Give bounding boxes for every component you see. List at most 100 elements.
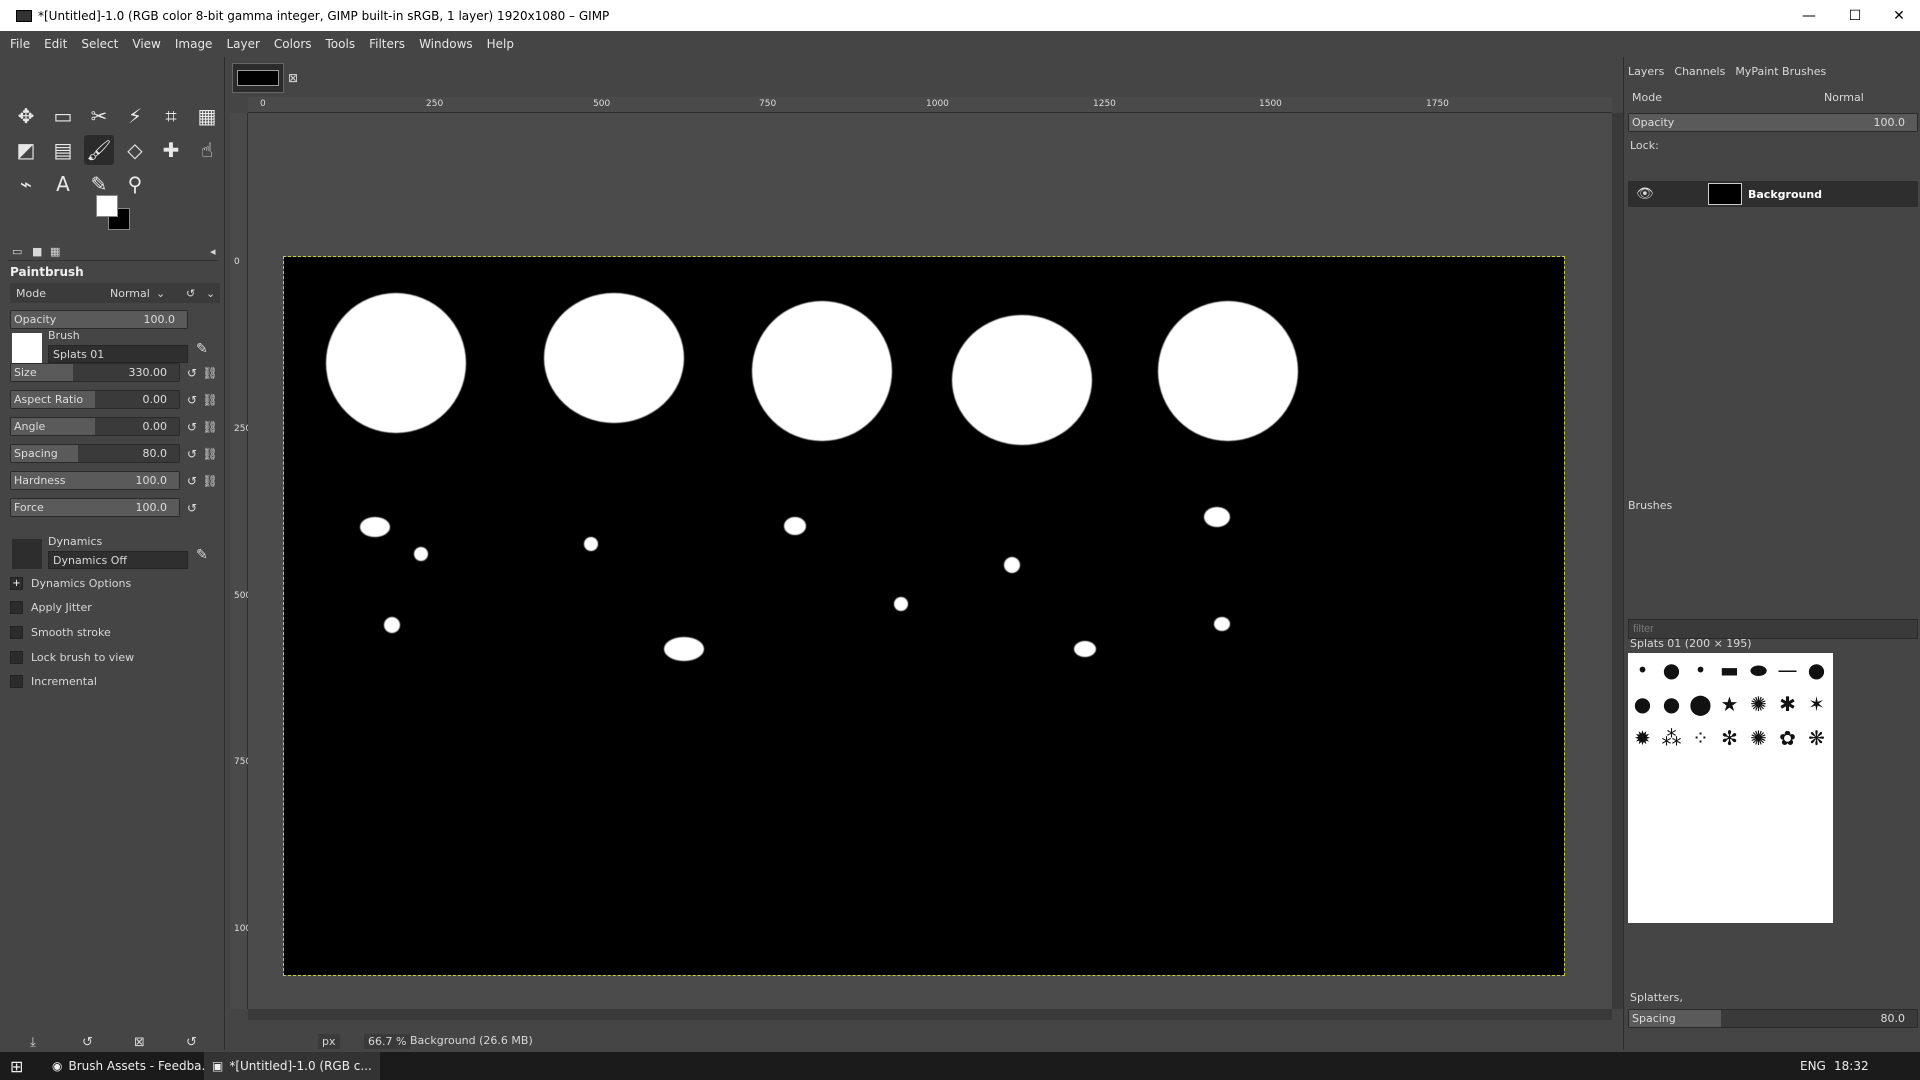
image-tab[interactable] <box>232 63 284 93</box>
brush-selector[interactable]: Brush Splats 01 ✎ <box>10 329 220 365</box>
free-select-icon[interactable]: ✂ <box>84 101 114 131</box>
menu-edit[interactable]: Edit <box>44 37 67 51</box>
brush-item[interactable]: ● <box>1657 687 1686 721</box>
brush-item[interactable]: ▬ <box>1715 653 1744 687</box>
menu-view[interactable]: View <box>132 37 160 51</box>
dynamics-options-expander[interactable]: + Dynamics Options <box>10 577 131 590</box>
layer-item[interactable]: 👁 Background <box>1628 181 1918 207</box>
layer-opacity-slider[interactable]: Opacity 100.0 <box>1628 113 1918 132</box>
dynamics-selector[interactable]: Dynamics Dynamics Off ✎ <box>10 535 220 571</box>
menu-tools[interactable]: Tools <box>326 37 356 51</box>
menu-select[interactable]: Select <box>81 37 118 51</box>
reset-aspect-icon[interactable]: ↺ <box>184 393 200 409</box>
link-hardness-icon[interactable]: ⛓ <box>202 474 218 490</box>
edit-dynamics-icon[interactable]: ✎ <box>196 547 208 563</box>
brush-grid[interactable]: • ● • ▬ ⬬ — ● ● ● ⬤ ★ ✺ ✱ ✶ ✹ ⁂ ⁘ ✻ ✺ ✿ … <box>1628 653 1833 923</box>
menu-colors[interactable]: Colors <box>274 37 312 51</box>
gradient-icon[interactable]: ▤ <box>48 135 78 165</box>
brush-filter-input[interactable] <box>1628 619 1918 639</box>
reset-size-icon[interactable]: ↺ <box>184 366 200 382</box>
unified-transform-icon[interactable]: ▦ <box>192 101 222 131</box>
menu-filters[interactable]: Filters <box>369 37 405 51</box>
aspect-ratio-slider[interactable]: Aspect Ratio 0.00 <box>10 390 180 409</box>
warp-transform-icon[interactable]: ◩ <box>11 135 41 165</box>
brush-name-field[interactable]: Splats 01 <box>48 345 188 363</box>
unit-select[interactable]: px <box>318 1034 340 1049</box>
dynamics-thumbnail[interactable] <box>12 539 42 569</box>
layer-mode-value[interactable]: Normal <box>1824 91 1864 104</box>
menu-windows[interactable]: Windows <box>419 37 473 51</box>
brush-item[interactable]: ⁂ <box>1657 721 1686 755</box>
device-status-tab-icon[interactable]: ■ <box>32 245 42 258</box>
horizontal-ruler[interactable]: 0 250 500 750 1000 1250 1500 1750 <box>248 97 1612 113</box>
brush-item[interactable]: ✿ <box>1773 721 1802 755</box>
eye-icon[interactable]: 👁 <box>1636 186 1654 202</box>
brush-item[interactable]: ● <box>1628 687 1657 721</box>
close-button[interactable]: ✕ <box>1876 0 1920 31</box>
brush-item[interactable]: ● <box>1802 653 1831 687</box>
reset-hardness-icon[interactable]: ↺ <box>184 474 200 490</box>
close-image-icon[interactable]: ⊠ <box>288 71 298 85</box>
link-aspect-icon[interactable]: ⛓ <box>202 393 218 409</box>
mode-value[interactable]: Normal <box>110 287 150 300</box>
language-indicator[interactable]: ENG <box>1800 1059 1826 1073</box>
chevron-down-icon[interactable]: ⌄ <box>206 287 215 300</box>
tab-layers[interactable]: Layers <box>1628 65 1664 78</box>
fuzzy-select-icon[interactable]: ⚡ <box>120 101 150 131</box>
link-angle-icon[interactable]: ⛓ <box>202 420 218 436</box>
dynamics-name-field[interactable]: Dynamics Off <box>48 551 188 569</box>
brush-item[interactable]: ✹ <box>1628 721 1657 755</box>
apply-jitter-checkbox[interactable]: Apply Jitter <box>10 601 92 614</box>
reset-options-icon[interactable]: ↺ <box>186 1035 197 1050</box>
angle-slider[interactable]: Angle 0.00 <box>10 417 180 436</box>
brush-item[interactable]: • <box>1686 653 1715 687</box>
menu-file[interactable]: File <box>10 37 30 51</box>
brush-item[interactable]: ✶ <box>1802 687 1831 721</box>
expander-plus-icon[interactable]: + <box>10 577 23 590</box>
incremental-checkbox[interactable]: Incremental <box>10 675 97 688</box>
size-slider[interactable]: Size 330.00 <box>10 363 180 382</box>
reset-spacing-icon[interactable]: ↺ <box>184 447 200 463</box>
link-size-icon[interactable]: ⛓ <box>202 366 218 382</box>
reset-angle-icon[interactable]: ↺ <box>184 420 200 436</box>
taskbar-chrome[interactable]: ◉ Brush Assets - Feedba... <box>44 1052 221 1080</box>
brush-item[interactable]: ⬬ <box>1744 653 1773 687</box>
canvas-viewport[interactable] <box>248 113 1612 1009</box>
configure-tab-icon[interactable]: ◂ <box>210 245 216 258</box>
brush-item[interactable]: ✻ <box>1715 721 1744 755</box>
tab-channels[interactable]: Channels <box>1674 65 1725 78</box>
windows-start-icon[interactable]: ⊞ <box>10 1057 23 1076</box>
reset-force-icon[interactable]: ↺ <box>184 501 200 517</box>
brush-thumbnail[interactable] <box>12 333 42 363</box>
delete-preset-icon[interactable]: ⊠ <box>134 1035 145 1050</box>
brush-item[interactable]: • <box>1628 653 1657 687</box>
horizontal-scrollbar[interactable] <box>248 1009 1612 1020</box>
brush-item[interactable]: ✺ <box>1744 687 1773 721</box>
edit-brush-icon[interactable]: ✎ <box>196 341 208 357</box>
tab-brushes[interactable]: Brushes <box>1628 499 1672 512</box>
move-tool-icon[interactable]: ✥ <box>11 101 41 131</box>
fg-bg-colors[interactable] <box>96 195 138 233</box>
brush-item[interactable]: ❋ <box>1802 721 1831 755</box>
brush-spacing-slider[interactable]: Spacing 80.0 <box>1628 1009 1918 1028</box>
restore-preset-icon[interactable]: ↺ <box>82 1035 93 1050</box>
taskbar-gimp[interactable]: ▣ *[Untitled]-1.0 (RGB c... <box>204 1052 380 1080</box>
image-canvas[interactable] <box>283 256 1565 976</box>
opacity-slider[interactable]: Opacity 100.0 <box>10 310 188 329</box>
brush-item[interactable]: — <box>1773 653 1802 687</box>
chevron-down-icon[interactable]: ⌄ <box>156 287 165 300</box>
heal-icon[interactable]: ✚ <box>156 135 186 165</box>
menu-layer[interactable]: Layer <box>226 37 259 51</box>
force-slider[interactable]: Force 100.0 <box>10 498 180 517</box>
brush-tag-field[interactable]: Splatters, <box>1630 991 1683 1004</box>
minimize-button[interactable]: — <box>1786 0 1832 31</box>
hardness-slider[interactable]: Hardness 100.0 <box>10 471 180 490</box>
save-preset-icon[interactable]: ⤓ <box>30 1035 36 1050</box>
menu-help[interactable]: Help <box>487 37 514 51</box>
vertical-ruler[interactable]: 0 250 500 750 1000 <box>230 113 257 1009</box>
rect-select-icon[interactable]: ▭ <box>48 101 78 131</box>
vertical-scrollbar[interactable] <box>1612 113 1623 1009</box>
foreground-color[interactable] <box>96 195 118 217</box>
text-tool-icon[interactable]: A <box>48 169 78 199</box>
brush-item[interactable]: ✺ <box>1744 721 1773 755</box>
